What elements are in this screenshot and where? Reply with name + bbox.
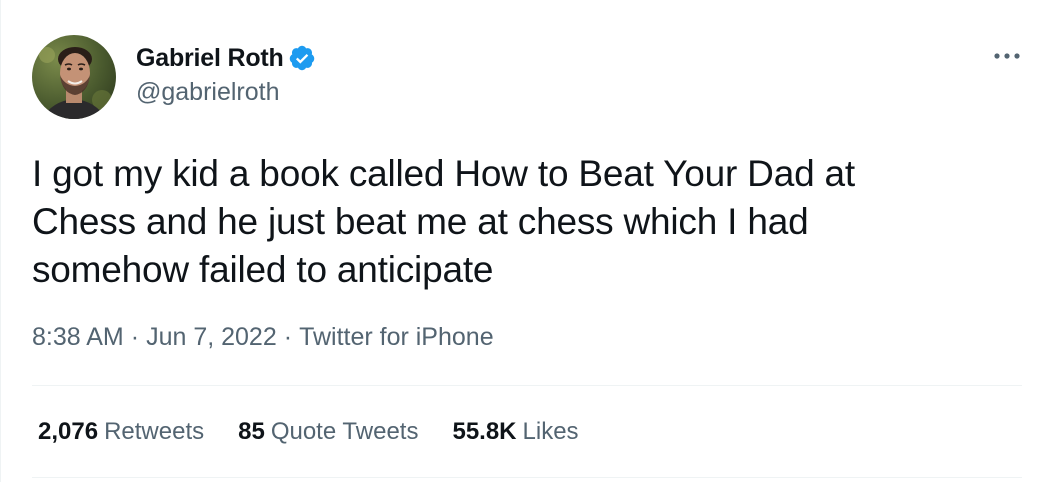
- verified-badge-icon[interactable]: [288, 44, 316, 72]
- tweet-time[interactable]: 8:38 AM: [32, 323, 124, 352]
- meta-separator: ·: [130, 323, 140, 351]
- retweets-count: 2,076: [38, 418, 99, 445]
- divider-top: [32, 385, 1022, 386]
- tweet-date[interactable]: Jun 7, 2022: [146, 323, 277, 352]
- author-handle[interactable]: @gabrielroth: [136, 78, 280, 107]
- quote-tweets-label: Quote Tweets: [270, 418, 419, 445]
- divider-bottom: [32, 477, 1022, 478]
- likes-label: Likes: [522, 418, 579, 445]
- tweet-meta: 8:38 AM · Jun 7, 2022 · Twitter for iPho…: [32, 323, 494, 352]
- tweet-text: I got my kid a book called How to Beat Y…: [32, 153, 855, 290]
- more-options-button[interactable]: [989, 44, 1025, 68]
- retweets-stat[interactable]: 2,076 Retweets: [38, 418, 204, 446]
- meta-separator: ·: [283, 323, 293, 351]
- likes-count: 55.8K: [452, 418, 517, 445]
- avatar-photo: [32, 35, 116, 119]
- engagement-stats: 2,076 Retweets 85 Quote Tweets 55.8K Likes: [38, 418, 613, 446]
- likes-stat[interactable]: 55.8K Likes: [452, 418, 578, 446]
- more-horizontal-icon: [994, 53, 1020, 59]
- author-name[interactable]: Gabriel Roth: [136, 44, 284, 73]
- author-avatar[interactable]: [32, 35, 116, 119]
- retweets-label: Retweets: [104, 418, 205, 445]
- quote-tweets-stat[interactable]: 85 Quote Tweets: [238, 418, 418, 446]
- tweet-card: Gabriel Roth @gabrielroth I got my kid a…: [0, 0, 1050, 482]
- author-name-row[interactable]: Gabriel Roth: [136, 43, 316, 73]
- quote-tweets-count: 85: [238, 418, 265, 445]
- tweet-source-link[interactable]: Twitter for iPhone: [299, 323, 494, 352]
